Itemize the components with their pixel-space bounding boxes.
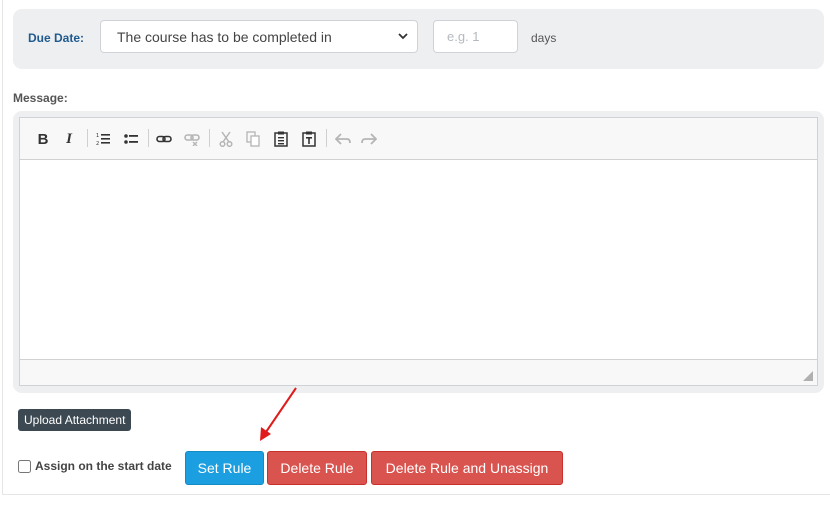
due-date-label: Due Date: <box>28 31 85 45</box>
due-date-select-value: The course has to be completed in <box>117 29 332 45</box>
message-editor-container: B I 1 2 <box>13 111 824 393</box>
resize-grip-icon[interactable] <box>803 371 813 381</box>
toolbar-separator <box>326 129 327 147</box>
upload-attachment-button[interactable]: Upload Attachment <box>18 409 132 431</box>
toolbar-separator <box>148 129 149 147</box>
assign-on-start-row: Assign on the start date <box>18 459 172 473</box>
assign-on-start-label[interactable]: Assign on the start date <box>35 459 172 473</box>
italic-icon[interactable]: I <box>58 128 80 150</box>
numbered-list-icon[interactable]: 1 2 <box>92 128 114 150</box>
days-unit-label: days <box>531 31 557 45</box>
editor-toolbar: B I 1 2 <box>20 118 817 160</box>
redo-icon[interactable] <box>358 128 380 150</box>
due-date-select[interactable]: The course has to be completed in <box>100 20 418 53</box>
copy-icon[interactable] <box>242 128 264 150</box>
set-rule-button[interactable]: Set Rule <box>185 451 264 485</box>
due-days-placeholder: e.g. 1 <box>447 29 480 44</box>
undo-icon[interactable] <box>332 128 354 150</box>
svg-text:2: 2 <box>96 141 99 146</box>
delete-rule-button[interactable]: Delete Rule <box>267 451 367 485</box>
svg-text:1: 1 <box>96 133 99 139</box>
due-date-panel: Due Date: The course has to be completed… <box>13 9 824 69</box>
link-icon[interactable] <box>153 128 175 150</box>
bold-icon[interactable]: B <box>32 128 54 150</box>
due-days-input[interactable]: e.g. 1 <box>433 20 518 53</box>
editor-content-area[interactable] <box>20 160 817 360</box>
cut-icon[interactable] <box>215 128 237 150</box>
paste-icon[interactable] <box>270 128 292 150</box>
toolbar-separator <box>87 129 88 147</box>
assign-on-start-checkbox[interactable] <box>18 459 31 473</box>
editor-statusbar <box>20 359 817 385</box>
chevron-down-icon <box>398 33 408 40</box>
message-label: Message: <box>13 91 68 105</box>
paste-text-icon[interactable] <box>298 128 320 150</box>
unlink-icon[interactable] <box>181 128 203 150</box>
delete-rule-and-unassign-button[interactable]: Delete Rule and Unassign <box>371 451 563 485</box>
rich-text-editor: B I 1 2 <box>19 117 818 386</box>
toolbar-separator <box>209 129 210 147</box>
bulleted-list-icon[interactable] <box>120 128 142 150</box>
